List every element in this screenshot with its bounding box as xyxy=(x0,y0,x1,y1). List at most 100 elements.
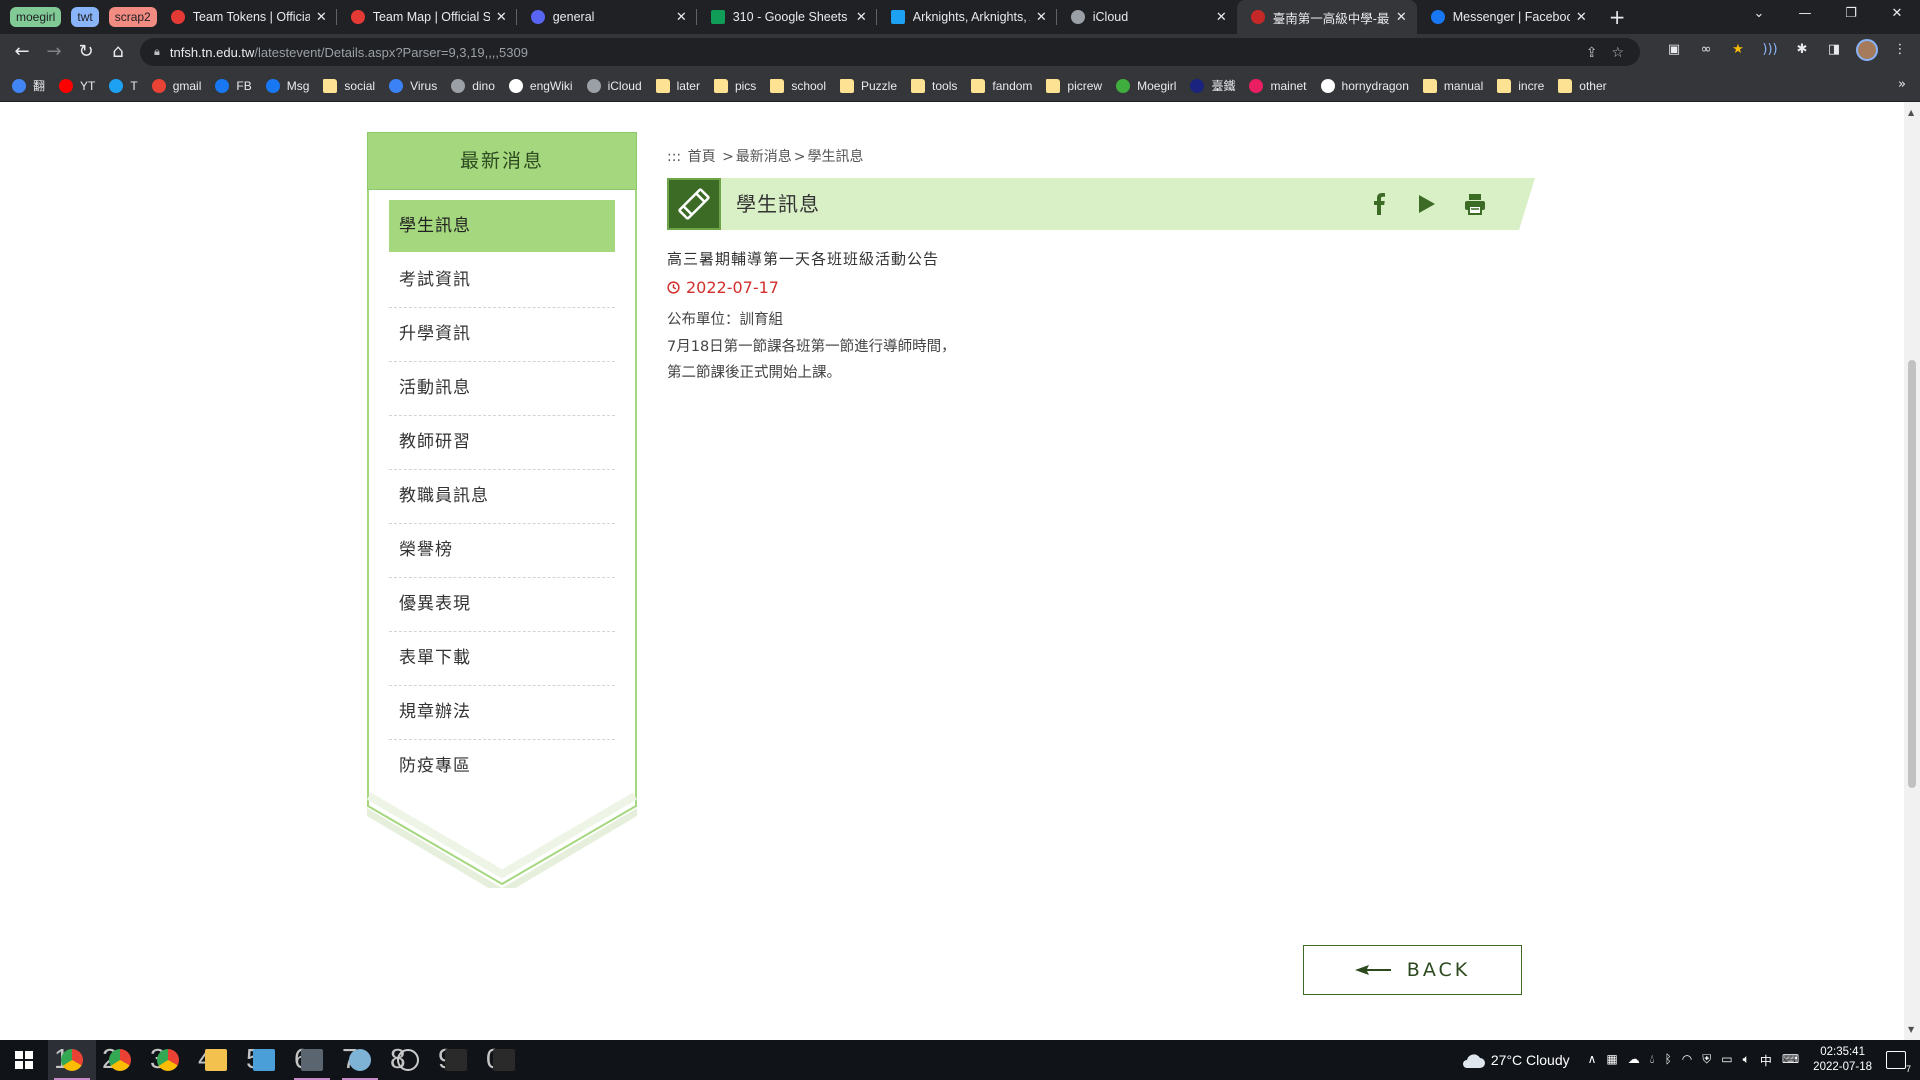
bookmark-virus[interactable]: Virus xyxy=(389,78,437,93)
home-icon[interactable]: ⌂ xyxy=(102,37,134,67)
close-tab-icon[interactable]: ✕ xyxy=(1576,9,1587,25)
browser-tab[interactable]: 310 - Google Sheets ✕ xyxy=(697,0,877,34)
shield-icon[interactable]: ⛨ xyxy=(1702,1052,1711,1069)
print-icon[interactable] xyxy=(1463,192,1487,216)
bookmark-star-icon[interactable]: ☆ xyxy=(1611,45,1624,61)
taskbar-app-0[interactable]: 0 xyxy=(480,1040,528,1080)
breadcrumb-home-link[interactable]: 首頁 xyxy=(688,149,716,165)
taskbar-app-8[interactable]: 8 xyxy=(384,1040,432,1080)
close-tab-icon[interactable]: ✕ xyxy=(676,9,687,25)
wifi-icon[interactable]: ◠ xyxy=(1682,1052,1692,1069)
sidebar-item-epidemic[interactable]: 防疫專區 xyxy=(389,740,615,794)
taskbar-calculator[interactable]: 6 xyxy=(288,1040,336,1080)
restore-icon[interactable]: ❐ xyxy=(1828,0,1874,30)
close-window-icon[interactable]: ✕ xyxy=(1874,0,1920,30)
close-tab-icon[interactable]: ✕ xyxy=(1216,9,1227,25)
close-tab-icon[interactable]: ✕ xyxy=(1036,9,1047,25)
close-tab-icon[interactable]: ✕ xyxy=(856,9,867,25)
more-bookmarks-chevron-icon[interactable]: » xyxy=(1898,77,1906,92)
bookmark-fb[interactable]: FB xyxy=(215,78,252,93)
bookmark-manual[interactable]: manual xyxy=(1422,78,1483,93)
onedrive-cloud-icon[interactable]: ☁ xyxy=(1628,1052,1640,1069)
play-icon[interactable] xyxy=(1415,192,1439,216)
tab-group-moegirl[interactable]: moegirl xyxy=(10,7,62,27)
sidebar-item-admission-info[interactable]: 升學資訊 xyxy=(389,308,615,362)
keyboard-layout-icon[interactable]: ⌨ xyxy=(1782,1052,1799,1069)
sidebar-item-excellence[interactable]: 優異表現 xyxy=(389,578,615,632)
sidebar-item-student-info[interactable]: 學生訊息 xyxy=(389,200,615,252)
tray-app-icon[interactable]: ▦ xyxy=(1606,1052,1617,1069)
incognito-glasses-icon[interactable]: ∞ xyxy=(1696,40,1716,60)
browser-tab[interactable]: Messenger | Facebook ✕ xyxy=(1417,0,1597,34)
address-bar[interactable]: 🔒︎ tnfsh.tn.edu.tw/latestevent/Details.a… xyxy=(140,38,1640,66)
taskbar-chrome-3[interactable]: 3 xyxy=(144,1040,192,1080)
bookmark-icloud[interactable]: iCloud xyxy=(586,78,642,93)
battery-icon[interactable]: ▭ xyxy=(1721,1052,1732,1069)
weather-widget[interactable]: 27°C Cloudy xyxy=(1461,1052,1570,1068)
back-button[interactable]: BACK xyxy=(1303,945,1522,995)
breadcrumb-student-info-link[interactable]: 學生訊息 xyxy=(808,149,864,165)
sidebar-item-staff-info[interactable]: 教職員訊息 xyxy=(389,470,615,524)
bookmark-yt[interactable]: YT xyxy=(59,78,95,93)
windows-start-icon[interactable] xyxy=(0,1040,48,1080)
bookmark-other[interactable]: other xyxy=(1558,78,1607,93)
sidebar-item-teacher-training[interactable]: 教師研習 xyxy=(389,416,615,470)
bookmark-mainet[interactable]: mainet xyxy=(1249,78,1307,93)
sidebar-item-exam-info[interactable]: 考試資訊 xyxy=(389,254,615,308)
close-tab-icon[interactable]: ✕ xyxy=(316,9,327,25)
bookmark-picrew[interactable]: picrew xyxy=(1046,78,1102,93)
new-tab-plus-icon[interactable]: + xyxy=(1609,5,1626,29)
bookmark-fandom[interactable]: fandom xyxy=(971,78,1032,93)
bookmark-engwiki[interactable]: engWiki xyxy=(508,78,573,93)
bookmark-dino[interactable]: dino xyxy=(451,78,495,93)
scroll-down-arrow-icon[interactable]: ▼ xyxy=(1908,1025,1914,1034)
browser-tab[interactable]: Team Tokens | Official Site ✕ xyxy=(157,0,337,34)
taskbar-chrome-2[interactable]: 2 xyxy=(96,1040,144,1080)
scroll-up-arrow-icon[interactable]: ▲ xyxy=(1908,108,1914,117)
bookmark-msg[interactable]: Msg xyxy=(265,78,309,93)
bookmark-school[interactable]: school xyxy=(770,78,826,93)
read-aloud-icon[interactable]: ))) xyxy=(1760,40,1780,60)
sidebar-item-regulations[interactable]: 規章辦法 xyxy=(389,686,615,740)
close-tab-icon[interactable]: ✕ xyxy=(1396,9,1407,25)
browser-tab[interactable]: general ✕ xyxy=(517,0,697,34)
tab-search-chevron-icon[interactable]: ⌄ xyxy=(1736,0,1782,30)
page-scrollbar[interactable]: ▲ ▼ xyxy=(1904,102,1920,1040)
bookmark-puzzle[interactable]: Puzzle xyxy=(840,78,897,93)
bookmark--[interactable]: 臺鐵 xyxy=(1190,77,1235,94)
close-tab-icon[interactable]: ✕ xyxy=(496,9,507,25)
facebook-share-icon[interactable] xyxy=(1367,192,1391,216)
bookmark--[interactable]: 翻 xyxy=(12,77,45,94)
bookmark-tools[interactable]: tools xyxy=(911,78,957,93)
bluetooth-icon[interactable]: ᛒ xyxy=(1665,1052,1672,1069)
taskbar-app-7[interactable]: 7 xyxy=(336,1040,384,1080)
dropbox-drop-icon[interactable]: 💧︎ xyxy=(1650,1052,1655,1069)
scrollbar-thumb[interactable] xyxy=(1908,360,1916,788)
browser-tab[interactable]: iCloud ✕ xyxy=(1057,0,1237,34)
volume-icon[interactable]: 🔈︎ xyxy=(1743,1052,1750,1069)
bookmark-pics[interactable]: pics xyxy=(713,78,756,93)
bookmark-social[interactable]: social xyxy=(323,78,375,93)
menu-kebab-icon[interactable]: ⋮ xyxy=(1890,40,1910,60)
bookmark-moegirl[interactable]: Moegirl xyxy=(1116,78,1176,93)
bookmark-gmail[interactable]: gmail xyxy=(151,78,201,93)
browser-tab[interactable]: Team Map | Official Site ✕ xyxy=(337,0,517,34)
bookmark-incre[interactable]: incre xyxy=(1497,78,1544,93)
breadcrumb-latest-news-link[interactable]: 最新消息 xyxy=(736,149,792,165)
extensions-puzzle-icon[interactable]: ✱ xyxy=(1792,40,1812,60)
reload-icon[interactable]: ↻ xyxy=(70,37,102,67)
show-hidden-icons-chevron-icon[interactable]: ∧ xyxy=(1588,1052,1597,1069)
forward-arrow-icon[interactable]: → xyxy=(38,37,70,67)
minimize-icon[interactable]: — xyxy=(1782,0,1828,30)
back-arrow-icon[interactable]: ← xyxy=(6,37,38,67)
sidebar-item-honor-roll[interactable]: 榮譽榜 xyxy=(389,524,615,578)
bookmark-t[interactable]: T xyxy=(109,78,138,93)
browser-tab[interactable]: Arknights, Arknights, A ✕ xyxy=(877,0,1057,34)
sidebar-item-activity-info[interactable]: 活動訊息 xyxy=(389,362,615,416)
taskbar-chrome-1[interactable]: 1 xyxy=(48,1040,96,1080)
tab-group-twt[interactable]: twt xyxy=(71,7,99,27)
bookmark-later[interactable]: later xyxy=(655,78,700,93)
share-icon[interactable]: ⇪ xyxy=(1586,45,1598,61)
lock-icon[interactable]: 🔒︎ xyxy=(154,45,160,59)
taskbar-app-5[interactable]: 5 xyxy=(240,1040,288,1080)
